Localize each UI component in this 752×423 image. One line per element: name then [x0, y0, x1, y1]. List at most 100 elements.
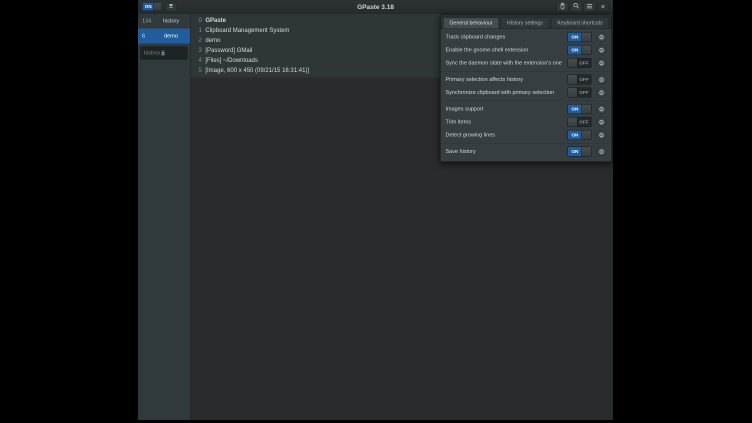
tab-history-settings[interactable]: History settings	[501, 18, 550, 29]
switch-state-label: ON	[568, 105, 582, 114]
switch-state-label: OFF	[577, 75, 591, 84]
switch-state-label: OFF	[577, 118, 591, 127]
reset-button[interactable]: ⚙	[597, 75, 607, 85]
setting-label: Detect growing lines	[446, 132, 568, 138]
switch-knob	[568, 59, 577, 68]
group-separator	[441, 71, 612, 72]
setting-row-images-support: Images support ON ⚙	[446, 103, 607, 116]
down-arrow-icon	[160, 49, 166, 57]
item-index: 1	[199, 27, 202, 34]
gear-icon: ⚙	[599, 148, 605, 155]
setting-switch[interactable]: ON	[568, 130, 592, 140]
gear-icon: ⚙	[599, 60, 605, 67]
tab-general-behaviour[interactable]: General behaviour	[443, 18, 499, 29]
gear-icon: ⚙	[599, 106, 605, 113]
gear-icon: ⚙	[599, 119, 605, 126]
reset-button[interactable]: ⚙	[597, 104, 607, 114]
switch-state-label: ON	[568, 46, 582, 55]
search-button[interactable]	[570, 2, 582, 12]
history-name: history	[157, 18, 190, 24]
reset-button[interactable]: ⚙	[597, 45, 607, 55]
sidebar-item-demo[interactable]: 6 demo	[138, 29, 190, 44]
item-text: [Image, 600 x 450 (09/21/15 16:31:41)]	[205, 67, 309, 74]
item-index: 5	[199, 67, 202, 74]
history-count-badge: 134	[138, 18, 157, 24]
switch-state-label: OFF	[577, 88, 591, 97]
reset-button[interactable]: ⚙	[597, 130, 607, 140]
titlebar-actions: ×	[557, 2, 610, 12]
setting-switch[interactable]: OFF	[568, 75, 592, 85]
setting-switch[interactable]: ON	[568, 104, 592, 114]
setting-switch[interactable]: OFF	[568, 58, 592, 68]
switch-state-label: ON	[143, 3, 155, 11]
gear-icon: ⚙	[599, 76, 605, 83]
item-text: demo	[205, 37, 220, 44]
hamburger-menu-icon	[587, 3, 593, 11]
history-entry[interactable]: history	[141, 47, 188, 60]
reset-button[interactable]: ⚙	[597, 58, 607, 68]
switch-state-label: ON	[568, 33, 582, 42]
setting-row-trim-items: Trim items OFF ⚙	[446, 116, 607, 129]
search-icon	[573, 3, 580, 11]
setting-label: Track clipboard changes	[446, 34, 568, 40]
setting-row-primary-selection-history: Primary selection affects history OFF ⚙	[446, 73, 607, 86]
switch-state-label: ON	[568, 147, 582, 156]
setting-row-track-clipboard-changes: Track clipboard changes ON ⚙	[446, 31, 607, 44]
item-text: [Files] ~/Downloads	[205, 57, 258, 64]
setting-switch[interactable]: ON	[568, 147, 592, 157]
group-separator	[441, 101, 612, 102]
switch-icon	[560, 2, 565, 11]
reset-button[interactable]: ⚙	[597, 88, 607, 98]
history-entry-placeholder: history	[144, 50, 160, 56]
close-button[interactable]: ×	[597, 2, 609, 12]
item-index: 2	[199, 37, 202, 44]
gear-icon: ⚙	[599, 34, 605, 41]
setting-switch[interactable]: ON	[568, 45, 592, 55]
tab-keyboard-shortcuts[interactable]: Keyboard shortcuts	[551, 18, 609, 29]
switch-knob	[568, 75, 577, 84]
setting-switch[interactable]: ON	[568, 32, 592, 42]
menu-button[interactable]	[584, 2, 596, 12]
switch-knob	[582, 147, 591, 156]
switch-state-label: ON	[568, 131, 582, 140]
setting-label: Sync the daemon state with the extension…	[446, 60, 568, 66]
empty-history-button[interactable]	[165, 2, 177, 12]
switch-state-label: OFF	[577, 59, 591, 68]
reset-button[interactable]: ⚙	[597, 32, 607, 42]
reset-button[interactable]: ⚙	[597, 147, 607, 157]
setting-switch[interactable]: OFF	[568, 117, 592, 127]
switch-knob	[582, 131, 591, 140]
item-text: [Password] GMail	[205, 47, 252, 54]
group-separator	[441, 143, 612, 144]
reset-button[interactable]: ⚙	[597, 117, 607, 127]
setting-row-sync-daemon-state: Sync the daemon state with the extension…	[446, 57, 607, 70]
setting-row-gnome-shell-extension: Enable the gnome-shell extension ON ⚙	[446, 44, 607, 57]
history-name: demo	[157, 33, 190, 39]
setting-row-sync-clipboard-primary: Synchronize clipboard with primary selec…	[446, 86, 607, 99]
setting-row-save-history: Save history ON ⚙	[446, 145, 607, 158]
setting-label: Enable the gnome-shell extension	[446, 47, 568, 53]
setting-label: Images support	[446, 106, 568, 112]
setting-switch[interactable]: OFF	[568, 88, 592, 98]
setting-label: Synchronize clipboard with primary selec…	[446, 90, 568, 96]
gear-icon: ⚙	[599, 89, 605, 96]
histories-sidebar: 134 history 6 demo history	[138, 14, 191, 421]
settings-tabs: General behaviour History settings Keybo…	[441, 15, 612, 30]
window-title: GPaste 3.18	[138, 3, 613, 11]
gear-icon: ⚙	[599, 47, 605, 54]
switch-mode-button[interactable]	[557, 2, 569, 12]
item-text: GPaste	[205, 17, 226, 24]
sidebar-item-history[interactable]: 134 history	[138, 14, 190, 29]
item-index: 3	[199, 47, 202, 54]
setting-label: Primary selection affects history	[446, 77, 568, 83]
item-index: 4	[199, 57, 202, 64]
switch-knob	[154, 3, 162, 11]
tracking-switch[interactable]: ON	[142, 2, 162, 11]
settings-panel: General behaviour History settings Keybo…	[440, 14, 612, 162]
desktop-background: ON GPaste 3.18	[0, 0, 752, 423]
switch-knob	[568, 118, 577, 127]
switch-knob	[582, 33, 591, 42]
eraser-icon	[168, 3, 174, 11]
switch-knob	[582, 105, 591, 114]
gpaste-window: ON GPaste 3.18	[138, 0, 613, 420]
